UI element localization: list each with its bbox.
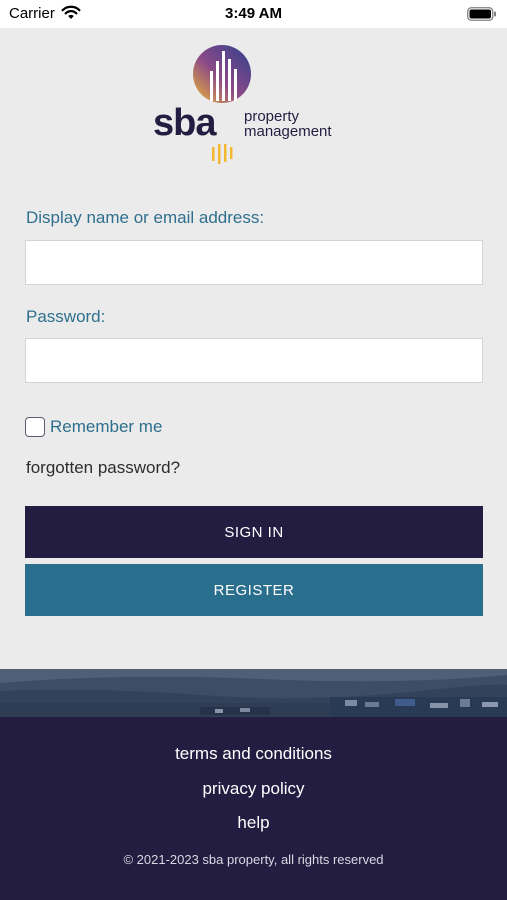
terms-link[interactable]: terms and conditions: [0, 744, 507, 764]
username-input[interactable]: [25, 240, 483, 285]
battery-icon: [467, 7, 496, 21]
register-button[interactable]: REGISTER: [25, 564, 483, 616]
hero-photo-strip: [0, 669, 507, 717]
remember-me-checkbox[interactable]: [25, 417, 45, 437]
remember-me-row[interactable]: Remember me: [25, 417, 162, 437]
logo-line2: management: [244, 123, 332, 140]
remember-me-label[interactable]: Remember me: [50, 417, 162, 437]
password-input[interactable]: [25, 338, 483, 383]
forgot-password-link[interactable]: forgotten password?: [26, 458, 180, 478]
waterfront-image: [0, 669, 507, 717]
sba-logo: sba property management: [153, 45, 332, 164]
password-label: Password:: [26, 307, 106, 326]
copyright-text: © 2021-2023 sba property, all rights res…: [123, 852, 384, 867]
username-label: Display name or email address:: [26, 208, 265, 227]
logo-brand: sba: [153, 102, 217, 144]
status-bar: Carrier 3:49 AM: [0, 0, 507, 28]
sign-in-button[interactable]: SIGN IN: [25, 506, 483, 558]
help-link[interactable]: help: [0, 813, 507, 833]
clock: 3:49 AM: [225, 5, 282, 22]
privacy-link[interactable]: privacy policy: [0, 779, 507, 799]
footer: terms and conditions privacy policy help…: [0, 717, 507, 900]
